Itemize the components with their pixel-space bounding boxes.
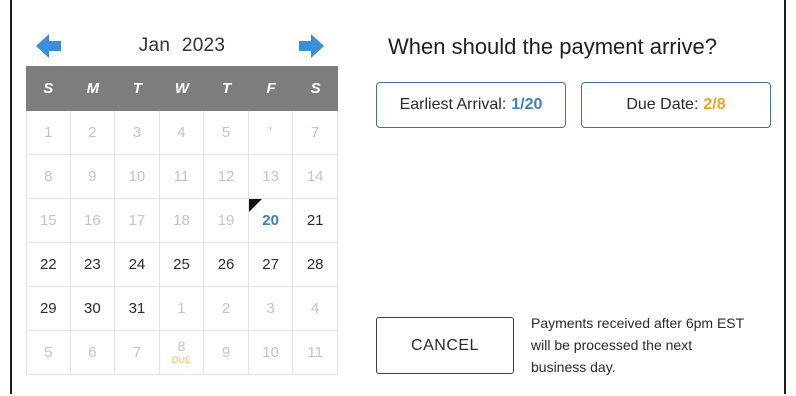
calendar-day-earliest[interactable]: 20: [248, 199, 294, 243]
calendar-day: 16: [70, 199, 116, 243]
selected-corner-marker: [248, 199, 262, 212]
earliest-arrival-label: Earliest Arrival:: [399, 96, 507, 113]
calendar-day: 11: [159, 155, 205, 199]
calendar-week-row: 22 23 24 25 26 27 28: [26, 243, 338, 287]
weekday-header: M: [86, 80, 100, 97]
weekday-header: S: [43, 80, 54, 97]
calendar-day: 17: [115, 199, 160, 243]
calendar-day: 18: [159, 199, 205, 243]
weekday-header: S: [310, 80, 321, 97]
calendar-day: 5: [204, 111, 249, 155]
calendar-day: 7: [293, 111, 338, 155]
arrow-right-icon[interactable]: [298, 33, 324, 59]
calendar-day: 2: [70, 111, 116, 155]
weekday-header: F: [266, 80, 276, 97]
calendar-day: 9: [204, 331, 249, 375]
calendar-week-row: 8 9 10 11 12 13 14: [26, 155, 338, 199]
calendar-day: ': [248, 111, 294, 155]
calendar-grid: SMTWTFS 1 2 3 4 5 ' 7 8 9 10 11 12 13 14 15 16 17 18 19 20 2…: [26, 66, 338, 375]
calendar-day: 15: [26, 199, 71, 243]
calendar-day[interactable]: 26: [204, 243, 249, 287]
calendar-week-row: 5 6 7 8 DUE 9 10 11: [26, 331, 338, 375]
due-date-button[interactable]: Due Date: 2/8: [581, 82, 771, 128]
calendar-day[interactable]: 28: [293, 243, 338, 287]
weekday-header: W: [174, 80, 190, 97]
calendar-day-number: 8: [177, 338, 186, 354]
processing-note: Payments received after 6pm EST will be …: [531, 315, 744, 375]
month-year-label: Jan 2023: [36, 35, 328, 57]
calendar-day: 10: [115, 155, 160, 199]
calendar-day: 3: [115, 111, 160, 155]
calendar-day: 7: [115, 331, 160, 375]
calendar-week-row: 15 16 17 18 19 20 21: [26, 199, 338, 243]
month-label: Jan: [138, 35, 171, 56]
due-date-label: Due Date:: [626, 96, 699, 113]
calendar-day: 3: [248, 287, 294, 331]
calendar-day: 12: [204, 155, 249, 199]
year-label: 2023: [181, 35, 226, 56]
calendar-day: 1: [26, 111, 71, 155]
calendar-weeks: 1 2 3 4 5 ' 7 8 9 10 11 12 13 14 15 16 17 18 19 20 21 22 23 24 2…: [26, 111, 338, 375]
calendar-day[interactable]: 27: [248, 243, 294, 287]
calendar-day-due: 8 DUE: [159, 331, 205, 375]
due-label: DUE: [171, 355, 191, 365]
calendar-day[interactable]: 23: [70, 243, 116, 287]
calendar-day: 8: [26, 155, 71, 199]
weekday-header: T: [132, 80, 142, 97]
calendar-week-row: 29 30 31 1 2 3 4: [26, 287, 338, 331]
calendar-day: 10: [248, 331, 294, 375]
calendar-day: 6: [70, 331, 116, 375]
weekday-header-row: SMTWTFS: [26, 66, 338, 111]
calendar-day-number: 20: [262, 212, 279, 229]
page-title: When should the payment arrive?: [388, 34, 717, 59]
calendar-day[interactable]: 21: [293, 199, 338, 243]
weekday-header: T: [221, 80, 232, 97]
calendar-day: 5: [26, 331, 71, 375]
calendar-day: 11: [293, 331, 338, 375]
calendar-day: 14: [293, 155, 338, 199]
calendar-day[interactable]: 31: [115, 287, 160, 331]
cancel-button[interactable]: CANCEL: [376, 317, 514, 374]
calendar-day: 13: [248, 155, 294, 199]
calendar-day[interactable]: 24: [115, 243, 160, 287]
calendar-day[interactable]: 30: [70, 287, 116, 331]
calendar-header: Jan 2023: [36, 30, 328, 62]
calendar-day[interactable]: 25: [159, 243, 205, 287]
calendar-week-row: 1 2 3 4 5 ' 7: [26, 111, 338, 155]
earliest-arrival-value: 1/20: [511, 96, 543, 113]
calendar-day: 19: [204, 199, 249, 243]
calendar-day: 4: [159, 111, 205, 155]
due-date-value: 2/8: [703, 96, 726, 113]
calendar-day: 4: [293, 287, 338, 331]
calendar-day: 1: [159, 287, 205, 331]
calendar-day[interactable]: 29: [26, 287, 71, 331]
calendar-day: 9: [70, 155, 116, 199]
calendar-day[interactable]: 22: [26, 243, 71, 287]
earliest-arrival-button[interactable]: Earliest Arrival: 1/20: [376, 82, 566, 128]
calendar-day: 2: [204, 287, 249, 331]
